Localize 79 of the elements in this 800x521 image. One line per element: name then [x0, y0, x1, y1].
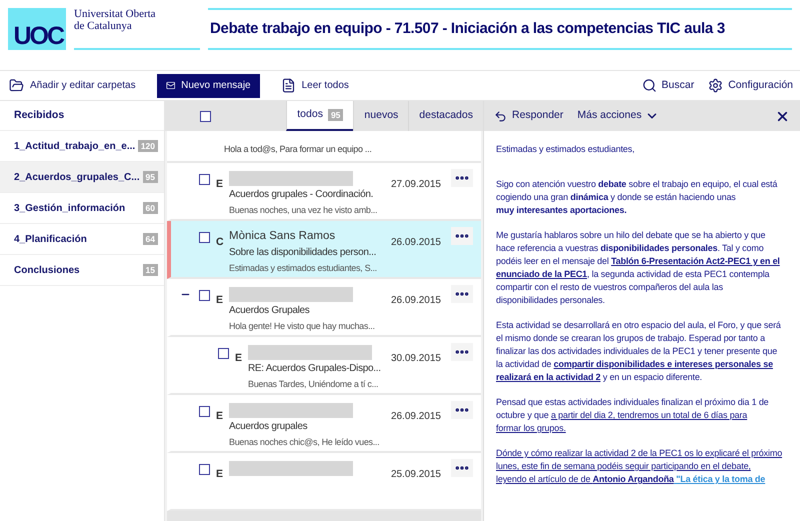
checkbox[interactable] — [199, 232, 210, 243]
message-paragraph: Me gustaría hablaros sobre un hilo del debate que se ha abierto y que hace referencia a vuestras disponibilidades personales. Tal y como podéis leer en el mensaje del Tablón 6-Presentación Act2-PEC1 y en el enunciado de la PEC1, la segunda actividad de esta PEC1 contempla compartir con el resto de vuestros compañeros del aula las disponibilidades personales. — [496, 229, 781, 307]
message-date: 25.09.2015 — [390, 469, 441, 480]
checkbox[interactable] — [199, 174, 210, 185]
message-preview: Estimadas y estimados estudiantes, S... — [229, 262, 378, 275]
university-name: Universitat Oberta — [74, 8, 157, 20]
reply-button[interactable]: Responder — [494, 108, 564, 124]
inbox-heading: Recibidos — [14, 108, 64, 123]
link[interactable]: Tablón 6-Presentación Act2-PEC1 y en el — [611, 256, 780, 266]
message-subject: Acuerdos grupales — [229, 420, 308, 434]
message-date: 27.09.2015 — [390, 179, 441, 190]
message-subject: Sobre las disponibilidades person... — [229, 246, 378, 260]
count-badge: 95 — [142, 171, 158, 183]
message-subject: Acuerdos grupales - Coordinación. — [229, 188, 374, 202]
more-options-button[interactable] — [451, 401, 473, 419]
more-options-button[interactable] — [451, 343, 473, 361]
count-badge: 120 — [138, 140, 158, 152]
logo: UOC — [8, 8, 66, 50]
message-paragraph: Estimadas y estimados estudiantes, — [496, 143, 636, 156]
reply-icon — [494, 110, 507, 122]
more-options-button[interactable] — [451, 285, 473, 303]
university-name: de Catalunya — [74, 20, 133, 32]
count-badge: 64 — [142, 233, 158, 245]
sender-type-letter: E — [235, 352, 242, 364]
message-preview: Buenas noches, una vez he visto amb... — [229, 204, 378, 217]
sender-type-letter: E — [216, 294, 224, 306]
message-preview: Hola a tod@s, Para formar un equipo ... — [224, 143, 373, 156]
message-paragraph: Sigo con atención vuestro debate sobre el trabajo en equipo, el cual está cogiendo una gran dinámica y donde se están haciendo unas muy interesantes aportaciones. — [496, 178, 778, 217]
count-badge: 15 — [142, 264, 158, 276]
sender-type-letter: E — [216, 410, 224, 422]
sender-type-letter: C — [216, 236, 224, 248]
toolbar-button[interactable]: Añadir y editar carpetas — [0, 74, 145, 98]
message-date: 26.09.2015 — [390, 237, 441, 248]
message-paragraph: Pensad que estas actividades individuales finalizan el próximo dia 1 de octubre y que a partir del dia 2, tendremos un total de 6 días para formar los grupos. — [496, 396, 770, 435]
checkbox[interactable] — [218, 348, 229, 359]
search-icon — [642, 78, 657, 93]
more-options-button[interactable] — [451, 227, 473, 245]
message-date: 30.09.2015 — [390, 353, 441, 364]
link[interactable]: Antonio Argandoña — [592, 474, 674, 484]
message-paragraph: Dónde y cómo realizar la actividad 2 de la PEC1 os lo explicaré el próximo lunes, este fin de semana podéis seguir participando en el debate, leyendo el artículo de de Antonio Argandoña "La ética y la toma de — [496, 447, 784, 486]
message-subject: RE: Acuerdos Grupales-Dispo... — [248, 362, 382, 376]
settings-icon — [708, 78, 724, 93]
message-paragraph: Esta actividad se desarrollará en otro espacio del aula, el Foro, y que será el mismo donde se crearan los grupos de trabajo. Esperad por tanto a finalizar las dos actividades individuales de la PEC1 y tener presente que la actividad de compartir disponibilidades e intereses personales se realizará en la actividad 2 y en un espacio diferente. — [496, 319, 782, 384]
link[interactable]: enunciado de la PEC1 — [496, 269, 588, 279]
message-row[interactable]: E RE: Acuerdos Grupales-Dispo... Buenas Tardes, Uniéndome a tí c... 30.09.2015 — [167, 337, 481, 395]
message-subject: Acuerdos Grupales — [229, 304, 311, 318]
new-message-button[interactable]: Nuevo mensaje — [156, 74, 260, 98]
toolbar-button[interactable]: Leer todos — [272, 74, 358, 98]
toolbar-button[interactable]: Buscar — [634, 74, 702, 98]
sender-name: Mònica Sans Ramos — [229, 229, 336, 244]
folder-icon — [9, 78, 24, 93]
message-row[interactable]: E Acuerdos grupales Buenas noches chic@s, He leído vues... 26.09.2015 — [167, 395, 481, 453]
toolbar-button[interactable]: Configuración — [701, 74, 800, 98]
message-preview: Hola gente! He visto que hay muchas... — [229, 320, 376, 333]
link[interactable]: compartir disponibilidades e intereses personales se — [554, 359, 773, 369]
message-preview: Buenas noches chic@s, He leído vues... — [229, 436, 380, 449]
more-options-button[interactable] — [451, 169, 473, 187]
count-badge: 95 — [328, 109, 344, 121]
sender-type-letter: E — [216, 178, 224, 190]
sender-type-letter: E — [216, 468, 224, 480]
message-row[interactable]: E Acuerdos grupales - Coordinación. Buenas noches, una vez he visto amb... 27.09.2015 — [167, 163, 481, 221]
more-actions-button[interactable]: Más acciones — [577, 108, 659, 124]
more-options-button[interactable] — [451, 459, 473, 477]
folder-item[interactable]: 2_Acuerdos_grupales_C... 95 — [0, 162, 164, 193]
message-date: 26.09.2015 — [390, 295, 441, 306]
checkbox[interactable] — [199, 290, 210, 301]
message-preview: Buenas Tardes, Uniéndome a tí c... — [248, 378, 380, 391]
count-badge: 60 — [142, 202, 158, 214]
page-title: Debate trabajo en equipo - 71.507 - Iniciación a las competencias TIC aula 3 — [210, 18, 725, 39]
message-row[interactable]: E 25.09.2015 — [167, 453, 481, 511]
message-date: 26.09.2015 — [390, 411, 441, 422]
checkbox[interactable] — [199, 406, 210, 417]
link[interactable]: realizará en la actividad 2 — [496, 372, 601, 382]
document-icon — [280, 78, 296, 93]
checkbox[interactable] — [200, 110, 211, 122]
message-row[interactable]: E Acuerdos Grupales Hola gente! He visto que hay muchas... 26.09.2015 — [167, 279, 481, 337]
checkbox[interactable] — [199, 464, 210, 475]
message-row[interactable]: C Mònica Sans Ramos Sobre las disponibilidades person... Estimadas y estimados estudiantes, S... 26.09.2015 — [167, 221, 481, 279]
filter-tab[interactable]: todos 95 — [286, 101, 354, 131]
